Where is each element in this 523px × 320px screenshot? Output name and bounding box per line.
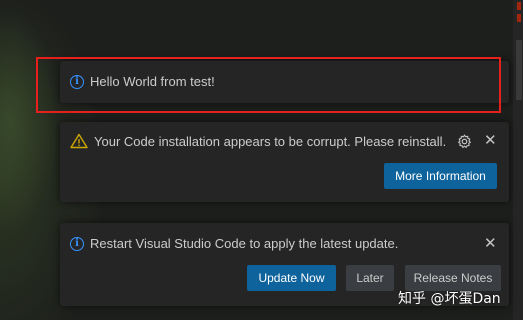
notification-corrupt-install: Your Code installation appears to be cor…	[60, 122, 509, 202]
editor-edge	[513, 0, 523, 320]
update-now-button[interactable]: Update Now	[247, 265, 336, 291]
edge-marker	[517, 2, 521, 10]
edge-marker	[517, 14, 521, 22]
info-icon: i	[70, 236, 84, 251]
gear-icon[interactable]	[457, 134, 472, 149]
warning-icon	[70, 133, 88, 149]
notification-message: Your Code installation appears to be cor…	[94, 133, 447, 149]
close-icon[interactable]: ✕	[484, 236, 497, 252]
annotation-highlight-box	[36, 57, 501, 113]
scrollbar[interactable]	[516, 40, 522, 100]
more-information-button[interactable]: More Information	[384, 163, 497, 189]
close-icon[interactable]: ✕	[484, 133, 497, 149]
notification-message: Restart Visual Studio Code to apply the …	[90, 236, 399, 251]
watermark-text: 知乎 @坏蛋Dan	[398, 291, 501, 307]
later-button[interactable]: Later	[346, 265, 394, 291]
